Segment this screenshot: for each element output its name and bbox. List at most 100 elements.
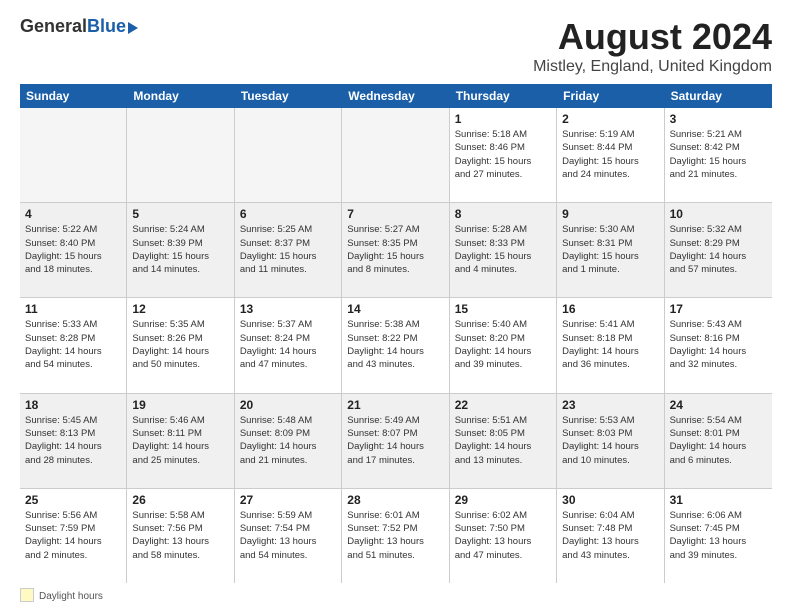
day-info: Daylight: 14 hours xyxy=(132,345,228,358)
day-info: Sunset: 8:05 PM xyxy=(455,427,551,440)
calendar-cell: 28Sunrise: 6:01 AMSunset: 7:52 PMDayligh… xyxy=(342,489,449,583)
day-info: Sunset: 8:26 PM xyxy=(132,332,228,345)
day-info: Daylight: 14 hours xyxy=(455,345,551,358)
day-number: 19 xyxy=(132,398,228,412)
day-info: and 17 minutes. xyxy=(347,454,443,467)
day-info: Sunset: 8:20 PM xyxy=(455,332,551,345)
day-info: Daylight: 15 hours xyxy=(455,155,551,168)
day-info: Daylight: 13 hours xyxy=(347,535,443,548)
day-number: 4 xyxy=(25,207,121,221)
logo-general-text: General xyxy=(20,16,87,37)
day-info: Sunrise: 5:43 AM xyxy=(670,318,767,331)
day-info: Sunset: 8:09 PM xyxy=(240,427,336,440)
day-info: Sunset: 8:07 PM xyxy=(347,427,443,440)
day-number: 1 xyxy=(455,112,551,126)
logo: General Blue xyxy=(20,16,138,37)
calendar-cell: 12 Sunrise: 5:35 AMSunset: 8:26 PMDayligh… xyxy=(127,298,234,392)
calendar-row: 4Sunrise: 5:22 AMSunset: 8:40 PMDaylight… xyxy=(20,203,772,298)
calendar-cell xyxy=(127,108,234,202)
calendar-row: 11Sunrise: 5:33 AMSunset: 8:28 PMDayligh… xyxy=(20,298,772,393)
day-info: Sunset: 8:35 PM xyxy=(347,237,443,250)
day-info: Sunrise: 5:41 AM xyxy=(562,318,658,331)
day-info: Daylight: 13 hours xyxy=(670,535,767,548)
day-number: 14 xyxy=(347,302,443,316)
day-number: 7 xyxy=(347,207,443,221)
calendar: SundayMondayTuesdayWednesdayThursdayFrid… xyxy=(20,84,772,583)
calendar-cell: 9Sunrise: 5:30 AMSunset: 8:31 PMDaylight… xyxy=(557,203,664,297)
day-info: Sunrise: 5:21 AM xyxy=(670,128,767,141)
day-info: and 14 minutes. xyxy=(132,263,228,276)
day-number: 15 xyxy=(455,302,551,316)
day-info: Sunrise: 5:18 AM xyxy=(455,128,551,141)
day-info: Daylight: 13 hours xyxy=(132,535,228,548)
title-section: August 2024 Mistley, England, United Kin… xyxy=(533,16,772,76)
day-info: and 50 minutes. xyxy=(132,358,228,371)
calendar-cell: 14Sunrise: 5:38 AMSunset: 8:22 PMDayligh… xyxy=(342,298,449,392)
calendar-cell: 30Sunrise: 6:04 AMSunset: 7:48 PMDayligh… xyxy=(557,489,664,583)
day-info: Sunrise: 5:46 AM xyxy=(132,414,228,427)
calendar-cell: 25Sunrise: 5:56 AMSunset: 7:59 PMDayligh… xyxy=(20,489,127,583)
day-info: Daylight: 14 hours xyxy=(562,345,658,358)
calendar-cell: 29Sunrise: 6:02 AMSunset: 7:50 PMDayligh… xyxy=(450,489,557,583)
day-info: and 28 minutes. xyxy=(25,454,121,467)
day-info: and 4 minutes. xyxy=(455,263,551,276)
calendar-cell: 23Sunrise: 5:53 AMSunset: 8:03 PMDayligh… xyxy=(557,394,664,488)
day-info: and 32 minutes. xyxy=(670,358,767,371)
day-info: Sunset: 7:56 PM xyxy=(132,522,228,535)
day-info: Sunset: 8:31 PM xyxy=(562,237,658,250)
day-info: Sunrise: 5:59 AM xyxy=(240,509,336,522)
day-number: 8 xyxy=(455,207,551,221)
day-info: Daylight: 14 hours xyxy=(25,345,121,358)
day-info: Sunrise: 6:02 AM xyxy=(455,509,551,522)
day-info: Daylight: 14 hours xyxy=(562,440,658,453)
day-info: Sunset: 7:54 PM xyxy=(240,522,336,535)
day-info: Sunrise: 5:35 AM xyxy=(132,318,228,331)
day-info: Sunset: 8:11 PM xyxy=(132,427,228,440)
calendar-cell: 10Sunrise: 5:32 AMSunset: 8:29 PMDayligh… xyxy=(665,203,772,297)
calendar-cell: 2Sunrise: 5:19 AMSunset: 8:44 PMDaylight… xyxy=(557,108,664,202)
day-info: Sunset: 7:59 PM xyxy=(25,522,121,535)
day-number: 12 xyxy=(132,302,228,316)
calendar-cell xyxy=(342,108,449,202)
main-title: August 2024 xyxy=(533,16,772,58)
day-number: 11 xyxy=(25,302,121,316)
day-info: Sunset: 8:28 PM xyxy=(25,332,121,345)
calendar-cell: 26Sunrise: 5:58 AMSunset: 7:56 PMDayligh… xyxy=(127,489,234,583)
day-info: Sunrise: 5:51 AM xyxy=(455,414,551,427)
calendar-cell: 24Sunrise: 5:54 AMSunset: 8:01 PMDayligh… xyxy=(665,394,772,488)
day-info: Daylight: 15 hours xyxy=(347,250,443,263)
calendar-row: 25Sunrise: 5:56 AMSunset: 7:59 PMDayligh… xyxy=(20,489,772,583)
calendar-cell xyxy=(20,108,127,202)
day-info: and 2 minutes. xyxy=(25,549,121,562)
day-number: 13 xyxy=(240,302,336,316)
day-info: Sunrise: 5:45 AM xyxy=(25,414,121,427)
footer: Daylight hours xyxy=(20,587,772,602)
day-info: and 39 minutes. xyxy=(455,358,551,371)
calendar-cell: 13Sunrise: 5:37 AMSunset: 8:24 PMDayligh… xyxy=(235,298,342,392)
day-info: Daylight: 14 hours xyxy=(25,440,121,453)
calendar-cell: 27Sunrise: 5:59 AMSunset: 7:54 PMDayligh… xyxy=(235,489,342,583)
calendar-cell: 1 Sunrise: 5:18 AMSunset: 8:46 PMDaylight… xyxy=(450,108,557,202)
day-info: Daylight: 14 hours xyxy=(670,345,767,358)
day-info: Daylight: 15 hours xyxy=(562,155,658,168)
day-info: Sunrise: 5:56 AM xyxy=(25,509,121,522)
day-info: Sunrise: 5:24 AM xyxy=(132,223,228,236)
day-number: 26 xyxy=(132,493,228,507)
day-number: 24 xyxy=(670,398,767,412)
day-info: Sunset: 8:42 PM xyxy=(670,141,767,154)
day-number: 28 xyxy=(347,493,443,507)
day-info: and 18 minutes. xyxy=(25,263,121,276)
calendar-header-cell: Friday xyxy=(557,84,664,108)
day-info: Sunset: 8:46 PM xyxy=(455,141,551,154)
day-info: Sunrise: 5:22 AM xyxy=(25,223,121,236)
calendar-cell: 4Sunrise: 5:22 AMSunset: 8:40 PMDaylight… xyxy=(20,203,127,297)
day-info: Sunrise: 5:33 AM xyxy=(25,318,121,331)
day-info: Daylight: 14 hours xyxy=(25,535,121,548)
calendar-cell: 11 Sunrise: 5:33 AMSunset: 8:28 PMDayligh… xyxy=(20,298,127,392)
day-info: Daylight: 15 hours xyxy=(670,155,767,168)
day-info: and 8 minutes. xyxy=(347,263,443,276)
day-info: Daylight: 13 hours xyxy=(562,535,658,548)
day-info: and 54 minutes. xyxy=(25,358,121,371)
day-info: Sunset: 8:01 PM xyxy=(670,427,767,440)
day-info: Sunset: 8:16 PM xyxy=(670,332,767,345)
